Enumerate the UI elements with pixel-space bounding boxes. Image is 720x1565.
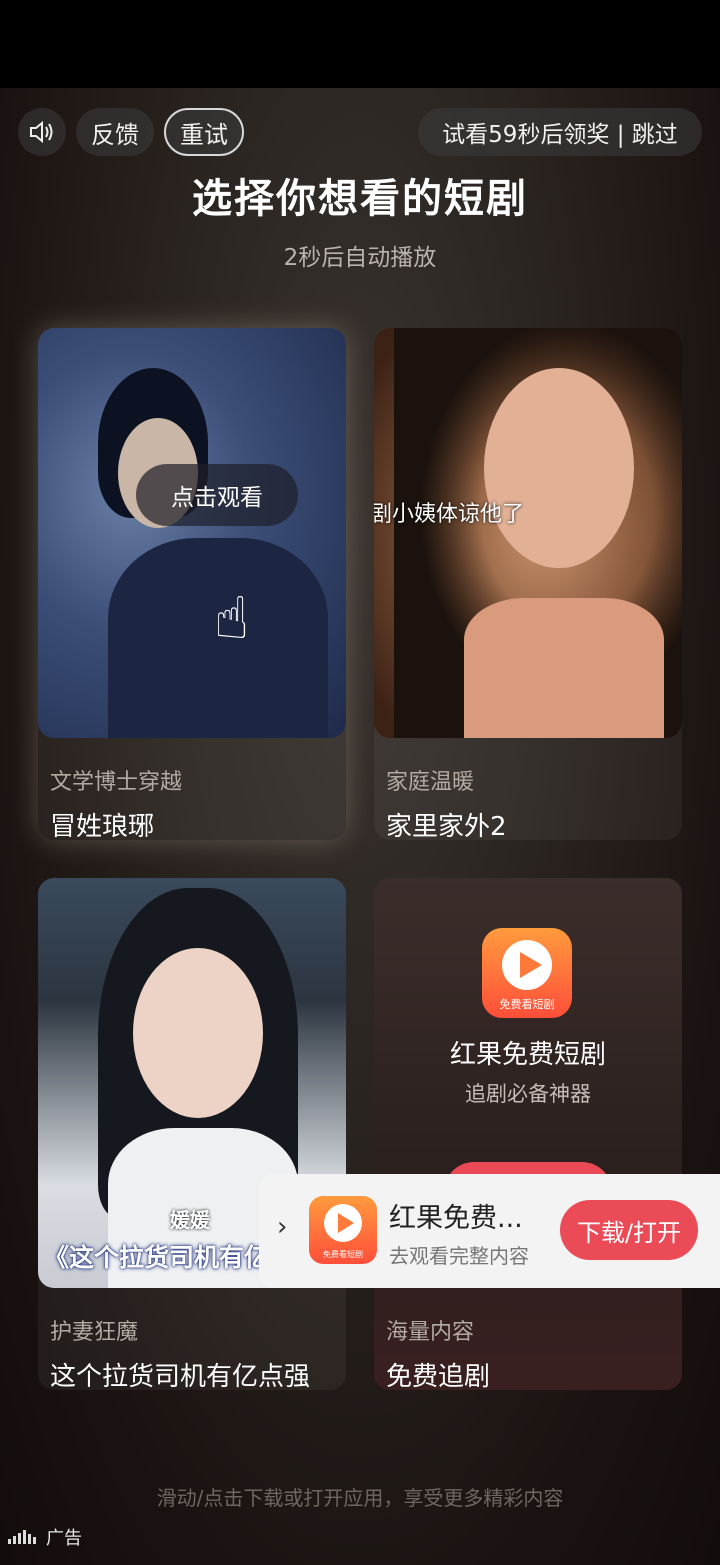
app-icon-label: 免费看短剧 — [323, 1250, 363, 1259]
sound-button[interactable] — [18, 108, 66, 156]
footer-hint: 滑动/点击下载或打开应用，享受更多精彩内容 — [156, 1486, 564, 1510]
app-title: 红果免费短剧 — [449, 1040, 606, 1070]
autoplay-countdown: 2秒后自动播放 — [283, 245, 437, 271]
top-bar: 反馈 重试 试看59秒后领奖 | 跳过 — [18, 108, 702, 158]
subtitle-speaker: 媛媛 — [170, 1208, 210, 1232]
banner-title: 红果免费... — [389, 1203, 523, 1234]
retry-button[interactable]: 重试 — [164, 108, 244, 156]
banner-description: 去观看完整内容 — [389, 1244, 529, 1268]
ad-label-text: 广告 — [46, 1528, 82, 1549]
skip-button[interactable]: 试看59秒后领奖 | 跳过 — [418, 108, 702, 156]
drama-thumbnail[interactable]: 剧小姨体谅他了 — [374, 328, 682, 738]
drama-tag: 护妻狂魔 — [50, 1320, 139, 1345]
drama-card-1[interactable]: 点击观看 ☝ 文学博士穿越 冒姓琅琊 — [38, 328, 346, 840]
ad-label: 广告 — [8, 1524, 82, 1550]
download-banner[interactable]: › 免费看短剧 红果免费... 去观看完整内容 下载/打开 — [259, 1174, 720, 1288]
page-title: 选择你想看的短剧 — [192, 176, 528, 222]
app-icon[interactable]: 免费看短剧 — [482, 928, 572, 1018]
drama-tag: 海量内容 — [386, 1320, 475, 1345]
drama-tag: 文学博士穿越 — [50, 770, 183, 795]
drama-thumbnail[interactable]: 点击观看 ☝ — [38, 328, 346, 738]
drama-title: 免费追剧 — [386, 1362, 491, 1390]
figure-face — [484, 368, 634, 568]
hand-pointer-icon: ☝ — [214, 584, 250, 652]
speaker-icon — [30, 120, 53, 144]
status-bar — [0, 0, 720, 88]
drama-tag: 家庭温暖 — [386, 770, 475, 795]
feedback-button[interactable]: 反馈 — [76, 108, 154, 156]
drama-title: 冒姓琅琊 — [50, 812, 155, 840]
signal-icon — [8, 1530, 36, 1544]
app-icon-label: 免费看短剧 — [499, 998, 555, 1011]
app-description: 追剧必备神器 — [465, 1082, 591, 1106]
figure-face — [133, 948, 263, 1118]
download-open-button[interactable]: 下载/打开 — [560, 1200, 698, 1260]
drama-title: 这个拉货司机有亿点强 — [50, 1362, 311, 1390]
app-icon[interactable]: 免费看短剧 — [309, 1196, 377, 1264]
drama-title: 家里家外2 — [386, 812, 507, 840]
chevron-right-icon[interactable]: › — [277, 1212, 287, 1242]
drama-card-3[interactable]: 媛媛 《这个拉货司机有亿 护妻狂魔 这个拉货司机有亿点强 — [38, 878, 346, 1390]
app-promo-card[interactable]: 免费看短剧 红果免费短剧 追剧必备神器 海量内容 免费追剧 — [374, 878, 682, 1390]
subtitle-caption: 《这个拉货司机有亿 — [44, 1243, 270, 1272]
ad-page: 反馈 重试 试看59秒后领奖 | 跳过 选择你想看的短剧 2秒后自动播放 点击观… — [0, 88, 720, 1565]
subtitle-caption: 剧小姨体谅他了 — [374, 502, 525, 527]
figure-shirt — [464, 598, 664, 738]
drama-card-2[interactable]: 剧小姨体谅他了 家庭温暖 家里家外2 — [374, 328, 682, 840]
tap-to-watch-bubble[interactable]: 点击观看 — [136, 464, 298, 526]
